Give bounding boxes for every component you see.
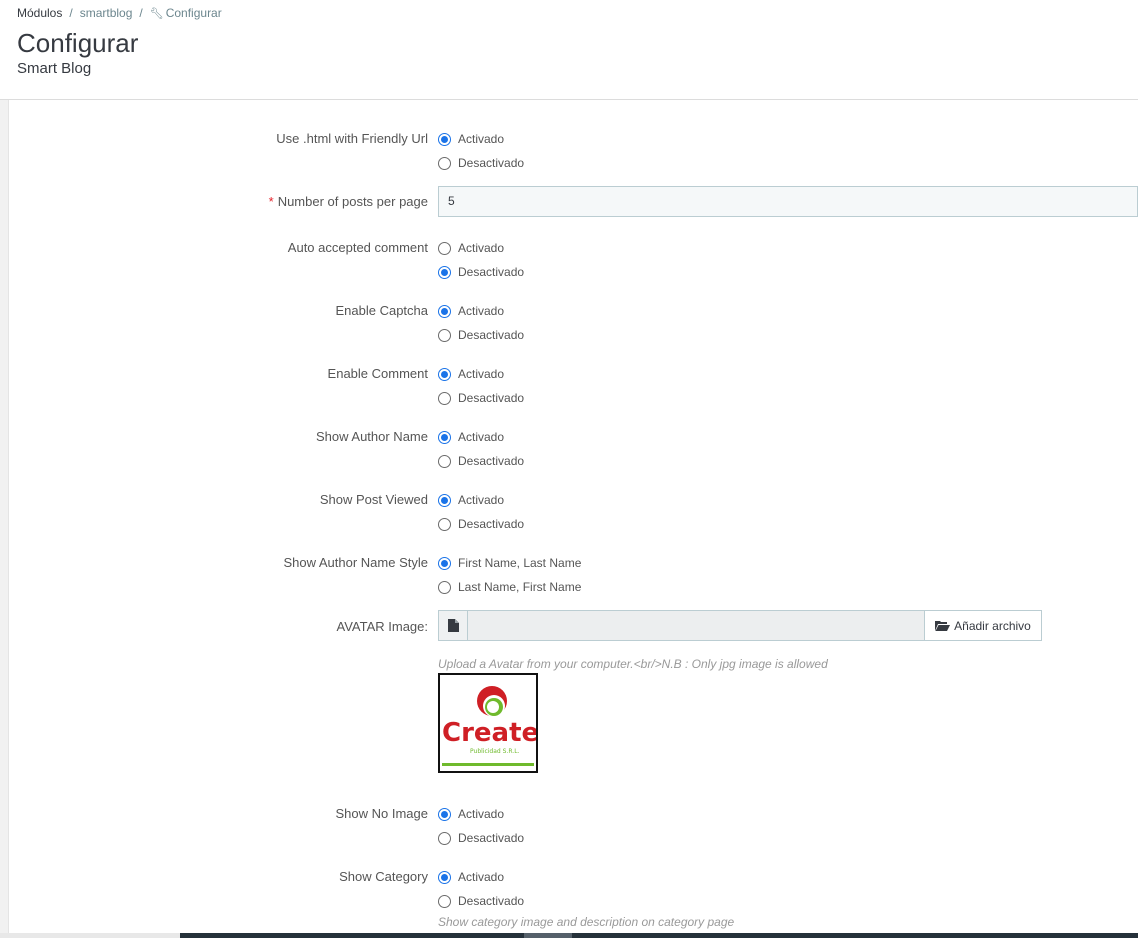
- radio-label: Activado: [458, 241, 505, 255]
- bottom-bar-segment: [0, 933, 180, 938]
- radio-label: Activado: [458, 430, 505, 444]
- breadcrumb-separator: /: [69, 6, 73, 20]
- wrench-icon: 🔧︎: [149, 8, 164, 20]
- radio-dot[interactable]: [438, 265, 451, 279]
- field-label: AVATAR Image:: [336, 619, 428, 634]
- field-label: Show Category: [339, 869, 428, 884]
- field-label: Show Author Name: [315, 429, 428, 444]
- radio-label: Activado: [458, 807, 505, 821]
- radio-author-name-on[interactable]: Activado: [438, 428, 504, 446]
- radio-dot[interactable]: [438, 517, 451, 531]
- radio-label: Desactivado: [458, 517, 525, 531]
- page-header: Módulos / smartblog / 🔧︎ Configurar Configura…: [0, 0, 1138, 100]
- field-label: Enable Comment: [327, 366, 428, 381]
- radio-dot[interactable]: [438, 132, 451, 146]
- logo-text: Create: [442, 718, 536, 748]
- radio-author-style-first[interactable]: First Name, Last Name: [438, 554, 581, 572]
- radio-comment-off[interactable]: Desactivado: [438, 389, 524, 407]
- breadcrumb-smartblog[interactable]: smartblog: [80, 6, 133, 20]
- field-label: Use .html with Friendly Url: [276, 131, 428, 146]
- field-label-text: Number of posts per page: [277, 194, 428, 209]
- avatar-preview-image: Create Publicidad S.R.L.: [438, 673, 538, 773]
- radio-no-image-off[interactable]: Desactivado: [438, 829, 524, 847]
- radio-label: Activado: [458, 493, 505, 507]
- category-help-text: Show category image and description on c…: [438, 915, 735, 929]
- radio-dot[interactable]: [438, 241, 451, 255]
- radio-html-friendly-off[interactable]: Desactivado: [438, 154, 524, 172]
- radio-label: Desactivado: [458, 391, 525, 405]
- radio-captcha-on[interactable]: Activado: [438, 302, 504, 320]
- logo-subtext: Publicidad S.R.L.: [470, 748, 520, 755]
- radio-label: Desactivado: [458, 454, 525, 468]
- radio-label: Activado: [458, 367, 505, 381]
- radio-author-name-off[interactable]: Desactivado: [438, 452, 524, 470]
- radio-dot[interactable]: [438, 430, 451, 444]
- radio-no-image-on[interactable]: Activado: [438, 805, 504, 823]
- radio-dot[interactable]: [438, 493, 451, 507]
- radio-post-viewed-on[interactable]: Activado: [438, 491, 504, 509]
- radio-dot[interactable]: [438, 391, 451, 405]
- radio-auto-accept-off[interactable]: Desactivado: [438, 263, 524, 281]
- field-label: * Number of posts per page: [269, 194, 428, 209]
- radio-dot[interactable]: [438, 580, 451, 594]
- field-label: Show No Image: [335, 806, 429, 821]
- avatar-file-input: Añadir archivo: [438, 610, 1042, 641]
- bottom-bar-segment: [524, 933, 572, 938]
- avatar-help-text: Upload a Avatar from your computer.<br/>…: [438, 657, 828, 671]
- field-label: Enable Captcha: [335, 303, 428, 318]
- radio-label: First Name, Last Name: [458, 556, 582, 570]
- page-subtitle: Smart Blog: [17, 60, 92, 77]
- bottom-bar: [0, 933, 1138, 938]
- breadcrumb-separator: /: [139, 6, 143, 20]
- file-icon: [439, 611, 468, 640]
- radio-label: Desactivado: [458, 328, 525, 342]
- radio-category-on[interactable]: Activado: [438, 868, 504, 886]
- posts-per-page-input[interactable]: 5: [438, 186, 1138, 217]
- radio-dot[interactable]: [438, 831, 451, 845]
- radio-captcha-off[interactable]: Desactivado: [438, 326, 524, 344]
- radio-dot[interactable]: [438, 156, 451, 170]
- radio-dot[interactable]: [438, 870, 451, 884]
- radio-label: Desactivado: [458, 831, 525, 845]
- radio-dot[interactable]: [438, 454, 451, 468]
- breadcrumb-configurar: Configurar: [165, 6, 222, 20]
- radio-dot[interactable]: [438, 894, 451, 908]
- radio-label: Desactivado: [458, 156, 525, 170]
- radio-label: Activado: [458, 304, 505, 318]
- radio-dot[interactable]: [438, 807, 451, 821]
- radio-html-friendly-on[interactable]: Activado: [438, 130, 504, 148]
- file-name-field[interactable]: [468, 611, 925, 640]
- field-label: Auto accepted comment: [287, 240, 428, 255]
- left-rail: [0, 100, 9, 938]
- field-label: Show Author Name Style: [283, 555, 428, 570]
- radio-comment-on[interactable]: Activado: [438, 365, 504, 383]
- radio-dot[interactable]: [438, 367, 451, 381]
- radio-label: Desactivado: [458, 894, 525, 908]
- radio-dot[interactable]: [438, 556, 451, 570]
- radio-auto-accept-on[interactable]: Activado: [438, 239, 504, 257]
- radio-category-off[interactable]: Desactivado: [438, 892, 524, 910]
- breadcrumb-modules[interactable]: Módulos: [17, 6, 62, 20]
- radio-label: Last Name, First Name: [458, 580, 582, 594]
- radio-dot[interactable]: [438, 328, 451, 342]
- radio-label: Activado: [458, 870, 505, 884]
- radio-label: Activado: [458, 132, 505, 146]
- page-title: Configurar: [17, 28, 139, 58]
- breadcrumb: Módulos / smartblog / 🔧︎ Configurar: [17, 6, 222, 20]
- add-file-label: Añadir archivo: [954, 618, 1031, 633]
- folder-open-icon: [935, 621, 951, 631]
- radio-label: Desactivado: [458, 265, 525, 279]
- radio-author-style-last[interactable]: Last Name, First Name: [438, 578, 581, 596]
- required-marker: *: [268, 194, 274, 209]
- add-file-button[interactable]: Añadir archivo: [925, 611, 1041, 640]
- field-label: Show Post Viewed: [319, 492, 428, 507]
- radio-dot[interactable]: [438, 304, 451, 318]
- radio-post-viewed-off[interactable]: Desactivado: [438, 515, 524, 533]
